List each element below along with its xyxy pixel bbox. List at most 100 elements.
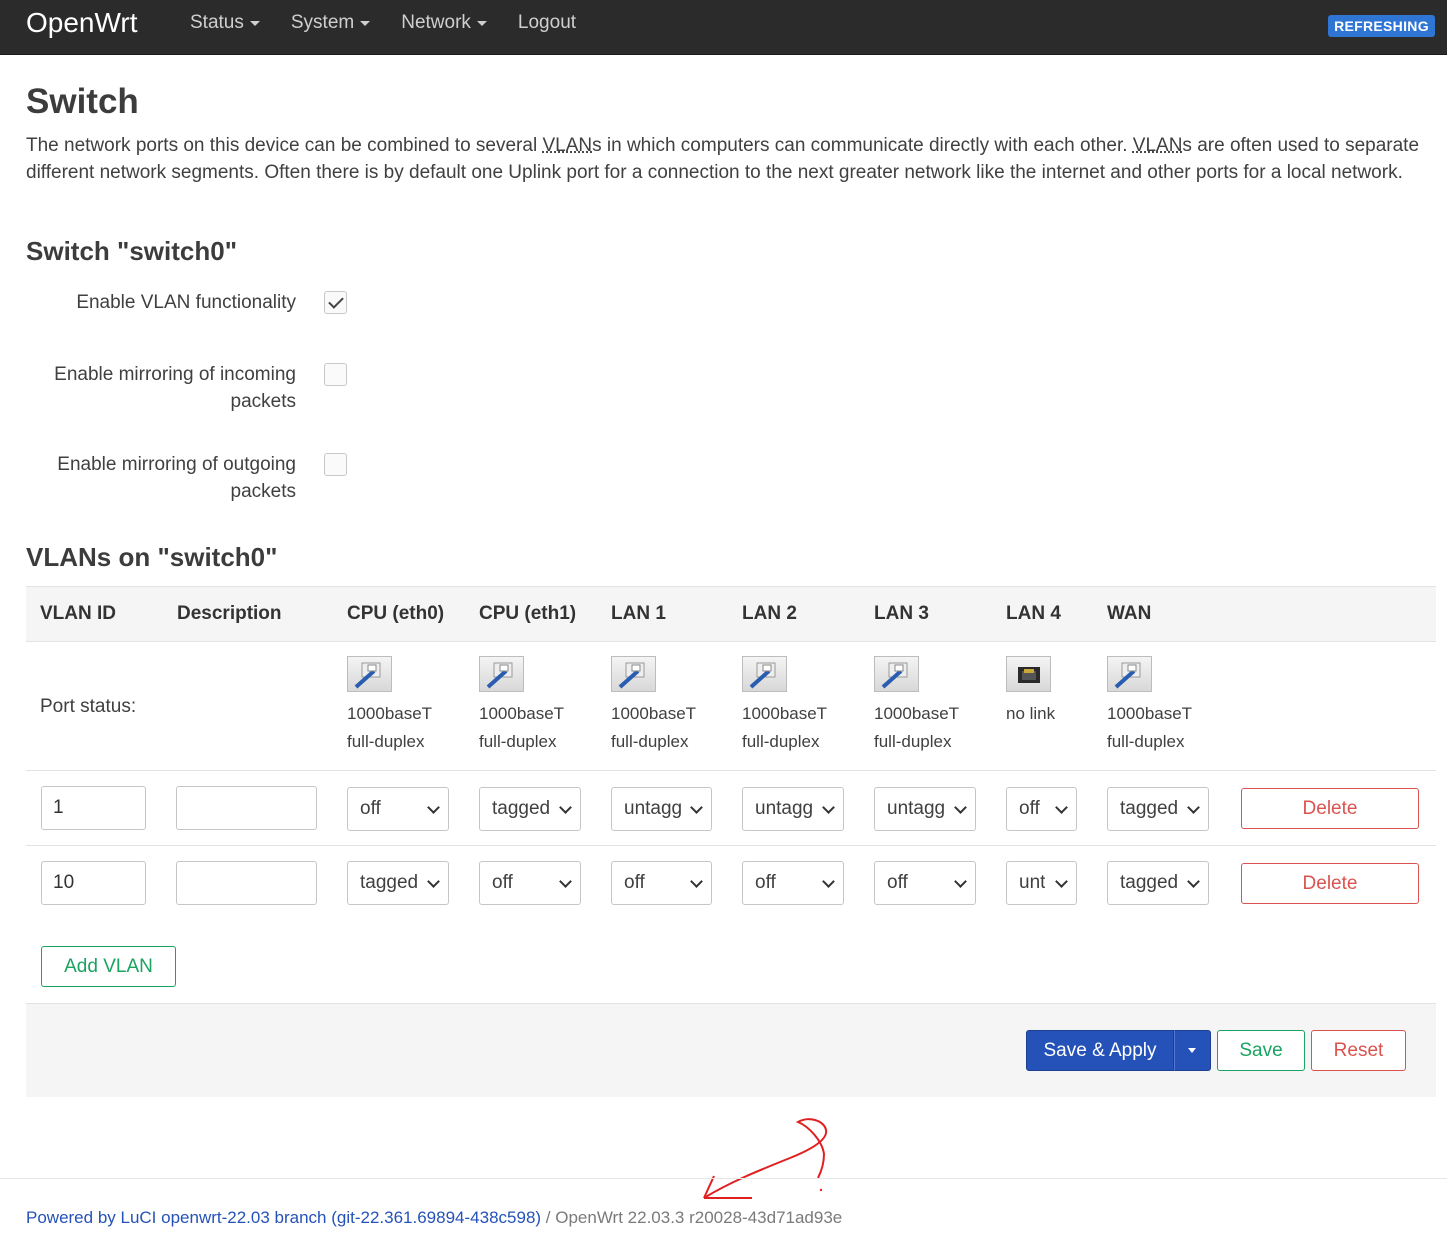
col-wan: WAN	[1107, 603, 1152, 624]
port-select-lan1[interactable]: off	[611, 861, 712, 905]
port-status-lan2: 1000baseT full-duplex	[742, 656, 852, 756]
chevron-down-icon	[1187, 801, 1200, 814]
add-vlan-button[interactable]: Add VLAN	[41, 946, 176, 987]
port-select-wan[interactable]: tagged	[1107, 861, 1209, 905]
port-duplex: full-duplex	[742, 732, 820, 751]
mirror-incoming-label: Enable mirroring of incoming packets	[54, 364, 296, 412]
select-value: off	[492, 872, 513, 893]
select-value: off	[1019, 798, 1040, 819]
menu-logout-label: Logout	[517, 12, 577, 33]
port-status-lan1: 1000baseT full-duplex	[611, 656, 721, 756]
mirror-outgoing-checkbox[interactable]	[324, 453, 347, 476]
save-apply-button[interactable]: Save & Apply	[1026, 1030, 1174, 1071]
port-select-wan[interactable]: tagged	[1107, 787, 1209, 831]
chevron-down-icon	[954, 875, 967, 888]
save-button[interactable]: Save	[1217, 1030, 1305, 1071]
description-text: s in which computers can communicate dir…	[592, 135, 1133, 156]
col-lan1: LAN 1	[611, 603, 666, 624]
port-duplex: full-duplex	[611, 732, 689, 751]
port-status-lan3: 1000baseT full-duplex	[874, 656, 984, 756]
port-status-cpu-eth1: 1000baseT full-duplex	[479, 656, 589, 756]
menu-logout[interactable]: Logout	[518, 12, 576, 34]
chevron-down-icon	[822, 875, 835, 888]
select-value: untagg	[755, 798, 814, 819]
port-select-lan4[interactable]: off	[1006, 787, 1077, 831]
col-lan4: LAN 4	[1006, 603, 1061, 624]
vlan-description-input[interactable]	[176, 786, 317, 830]
select-value: off	[755, 872, 776, 893]
port-select-lan2[interactable]: off	[742, 861, 844, 905]
select-value: tagged	[492, 798, 551, 819]
port-duplex: full-duplex	[479, 732, 557, 751]
chevron-down-icon	[690, 801, 703, 814]
port-duplex: full-duplex	[874, 732, 952, 751]
save-apply-dropdown-toggle[interactable]	[1174, 1030, 1211, 1071]
ethernet-port-up-icon	[611, 656, 656, 692]
col-cpu-eth1: CPU (eth1)	[479, 603, 577, 624]
select-value: off	[887, 872, 908, 893]
chevron-down-icon	[1055, 801, 1068, 814]
caret-down-icon	[476, 20, 487, 26]
select-value: tagged	[1120, 798, 1179, 819]
port-no-link: no link	[1006, 704, 1056, 723]
switch-section-title: Switch "switch0"	[26, 236, 238, 266]
port-select-cpu-eth1[interactable]: tagged	[479, 787, 581, 831]
row-divider	[26, 770, 1436, 771]
port-speed: 1000baseT	[611, 704, 697, 723]
main-menu: Status System Network Logout	[190, 12, 607, 34]
chevron-down-icon	[1055, 875, 1068, 888]
chevron-down-icon	[559, 875, 572, 888]
reset-button[interactable]: Reset	[1311, 1030, 1406, 1071]
port-select-lan3[interactable]: untagg	[874, 787, 976, 831]
vlan-section-title: VLANs on "switch0"	[26, 542, 278, 572]
select-value: tagged	[360, 872, 419, 893]
refreshing-indicator[interactable]: REFRESHING	[1328, 15, 1435, 37]
select-value: off	[360, 798, 381, 819]
menu-status[interactable]: Status	[190, 12, 260, 34]
enable-vlan-checkbox[interactable]	[324, 291, 347, 314]
vlan-description-input[interactable]	[176, 861, 317, 905]
mirror-outgoing-label: Enable mirroring of outgoing packets	[57, 454, 296, 502]
port-select-cpu-eth0[interactable]: tagged	[347, 861, 449, 905]
port-select-lan3[interactable]: off	[874, 861, 976, 905]
ethernet-port-up-icon	[1107, 656, 1152, 692]
ethernet-port-up-icon	[479, 656, 524, 692]
brand-logo[interactable]: OpenWrt	[26, 7, 138, 39]
menu-status-label: Status	[190, 12, 244, 33]
mirror-incoming-checkbox[interactable]	[324, 363, 347, 386]
col-description: Description	[177, 603, 282, 624]
chevron-down-icon	[822, 801, 835, 814]
port-select-lan4[interactable]: unt	[1006, 861, 1077, 905]
port-select-lan2[interactable]: untagg	[742, 787, 844, 831]
chevron-down-icon	[954, 801, 967, 814]
vlan-id-input[interactable]	[41, 861, 146, 905]
menu-network-label: Network	[401, 12, 471, 33]
col-lan2: LAN 2	[742, 603, 797, 624]
port-speed: 1000baseT	[874, 704, 960, 723]
port-speed: 1000baseT	[1107, 704, 1193, 723]
select-value: unt	[1019, 872, 1046, 893]
menu-system[interactable]: System	[290, 12, 371, 34]
port-select-lan1[interactable]: untagg	[611, 787, 712, 831]
port-speed: 1000baseT	[742, 704, 828, 723]
port-select-cpu-eth0[interactable]: off	[347, 787, 449, 831]
col-cpu-eth0: CPU (eth0)	[347, 603, 445, 624]
port-duplex: full-duplex	[347, 732, 425, 751]
caret-down-icon	[1188, 1048, 1196, 1053]
vlan-id-input[interactable]	[41, 786, 146, 830]
delete-vlan-button[interactable]: Delete	[1241, 788, 1419, 829]
ethernet-port-up-icon	[742, 656, 787, 692]
port-status-wan: 1000baseT full-duplex	[1107, 656, 1217, 756]
chevron-down-icon	[559, 801, 572, 814]
port-duplex: full-duplex	[1107, 732, 1185, 751]
ethernet-port-up-icon	[347, 656, 392, 692]
port-speed: 1000baseT	[479, 704, 565, 723]
delete-vlan-button[interactable]: Delete	[1241, 863, 1419, 904]
menu-network[interactable]: Network	[401, 12, 487, 34]
top-navbar: OpenWrt Status System Network Logout REF…	[0, 0, 1447, 55]
table-header: VLAN ID Description CPU (eth0) CPU (eth1…	[26, 586, 1436, 642]
port-select-cpu-eth1[interactable]: off	[479, 861, 581, 905]
luci-link[interactable]: Powered by LuCI openwrt-22.03 branch (gi…	[26, 1208, 541, 1227]
port-speed: 1000baseT	[347, 704, 433, 723]
menu-system-label: System	[290, 12, 355, 33]
